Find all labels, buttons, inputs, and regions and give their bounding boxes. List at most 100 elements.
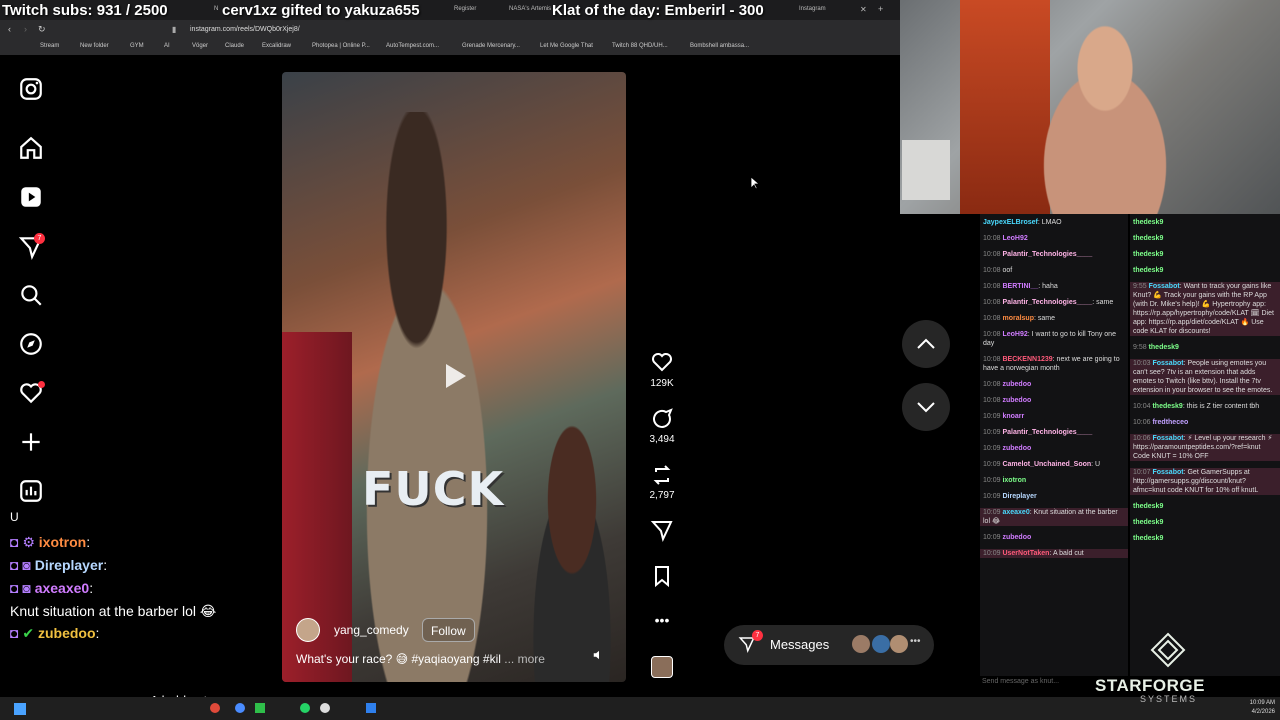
chat-username[interactable]: LeoH92 (1002, 331, 1027, 338)
chat-username[interactable]: Fossabot (1152, 469, 1183, 476)
bookmark-item[interactable]: Stream (40, 43, 59, 49)
reels-icon[interactable] (18, 184, 44, 210)
play-icon[interactable] (436, 358, 472, 394)
chat-timestamp: 10:09 (983, 413, 1003, 420)
chat-username[interactable]: LeoH92 (1002, 235, 1027, 242)
chat-username[interactable]: zubedoo (1002, 397, 1031, 404)
chat-message: 9:58 thedesk9 (1130, 343, 1280, 352)
chat-username[interactable]: moralsup (1002, 315, 1034, 322)
caption-more-link[interactable]: ... more (504, 652, 545, 666)
chat-username[interactable]: thedesk9 (1133, 251, 1163, 258)
chat-timestamp: 10:09 (983, 509, 1003, 516)
reload-icon[interactable]: ↻ (38, 24, 46, 35)
instagram-icon[interactable] (18, 76, 44, 102)
chat-username[interactable]: ixotron (1002, 477, 1026, 484)
bookmark-icon[interactable]: ▮ (172, 25, 176, 34)
app-icon[interactable] (235, 703, 245, 713)
browser-tab[interactable]: Register (450, 3, 480, 17)
repost-icon[interactable] (648, 463, 676, 492)
new-tab-icon[interactable]: + (878, 4, 883, 14)
windows-start-icon[interactable] (14, 703, 26, 715)
chat-username[interactable]: Palantir_Technologies____ (1002, 299, 1092, 306)
bookmark-item[interactable]: AI (164, 43, 170, 49)
comment-count: 3,494 (649, 434, 675, 445)
explore-icon[interactable] (18, 331, 44, 357)
chat-username[interactable]: Palantir_Technologies____ (1002, 429, 1092, 436)
chat-username[interactable]: thedesk9 (1133, 267, 1163, 274)
home-icon[interactable] (18, 135, 44, 161)
browser-tab-instagram[interactable]: Instagram (795, 3, 830, 17)
chat-username[interactable]: knoarr (1002, 413, 1024, 420)
create-icon[interactable] (18, 429, 44, 455)
bookmark-item[interactable]: Bombshell ambassa... (690, 43, 749, 49)
chat-username[interactable]: Palantir_Technologies____ (1002, 251, 1092, 258)
chat-username[interactable]: thedesk9 (1133, 503, 1163, 510)
more-icon[interactable]: ••• (910, 636, 921, 647)
bookmark-item[interactable]: AutoTempest.com... (386, 43, 439, 49)
bookmark-item[interactable]: GYM (130, 43, 144, 49)
url-field[interactable]: instagram.com/reels/DWQb0rXjej8/ (190, 24, 610, 36)
chat-username[interactable]: Fossabot (1152, 435, 1183, 442)
chat-username[interactable]: Fossabot (1152, 360, 1183, 367)
bookmark-item[interactable]: Grenade Mercenary... (462, 43, 520, 49)
reel-video[interactable]: FUCK yang_comedy Follow What's your race… (282, 72, 626, 682)
forward-icon[interactable]: › (24, 24, 27, 34)
chat-username[interactable]: thedesk9 (1133, 219, 1163, 226)
chat-username[interactable]: thedesk9 (1133, 235, 1163, 242)
app-icon[interactable] (366, 703, 376, 713)
back-icon[interactable]: ‹ (8, 24, 11, 34)
app-icon[interactable] (210, 703, 220, 713)
app-icon[interactable] (255, 703, 265, 713)
comment-icon[interactable] (648, 407, 676, 436)
chat-message: 10:08 Palantir_Technologies____: same (980, 298, 1128, 307)
chat-username[interactable]: thedesk9 (1149, 344, 1179, 351)
app-icon[interactable] (320, 703, 330, 713)
bookmark-item[interactable]: Photopea | Online P... (312, 43, 370, 49)
volume-icon[interactable] (592, 648, 606, 662)
chat-username[interactable]: thedesk9 (1133, 535, 1163, 542)
chat-input[interactable]: Send message as knut... (982, 678, 1059, 685)
app-icon[interactable] (300, 703, 310, 713)
chat-username[interactable]: thedesk9 (1133, 519, 1163, 526)
chat-message: 10:09 zubedoo (980, 533, 1128, 542)
next-reel-button[interactable] (902, 383, 950, 431)
audio-thumbnail[interactable] (651, 656, 673, 678)
previous-reel-button[interactable] (902, 320, 950, 368)
follow-button[interactable]: Follow (422, 618, 475, 642)
chat-username[interactable]: fredtheceo (1152, 419, 1188, 426)
chat-username[interactable]: thedesk9 (1152, 403, 1182, 410)
chat-message: 10:09 Camelot_Unchained_Soon: U (980, 460, 1128, 469)
chat-text: A bald cut (1052, 550, 1084, 557)
chat-username[interactable]: Direplayer (1002, 493, 1036, 500)
chat-username[interactable]: zubedoo (1002, 445, 1031, 452)
share-icon[interactable] (648, 518, 676, 547)
save-icon[interactable] (648, 564, 676, 593)
overlay-chat-line: U (10, 510, 19, 524)
browser-tab[interactable]: N (210, 3, 222, 17)
chat-timestamp: 9:55 (1133, 283, 1149, 290)
chat-username[interactable]: zubedoo (1002, 381, 1031, 388)
chat-username[interactable]: BECKENN1239 (1002, 356, 1052, 363)
chat-timestamp: 10:09 (983, 477, 1003, 484)
dashboard-icon[interactable] (18, 478, 44, 504)
author-avatar[interactable] (296, 618, 320, 642)
chat-username[interactable]: BERTINI__ (1002, 283, 1038, 290)
chat-username[interactable]: JaypexELBrosef (983, 219, 1038, 226)
chat-username[interactable]: zubedoo (1002, 534, 1031, 541)
chat-username[interactable]: Camelot_Unchained_Soon (1002, 461, 1091, 468)
author-name[interactable]: yang_comedy (334, 623, 409, 637)
close-tab-icon[interactable]: ✕ (860, 5, 867, 14)
bookmark-item[interactable]: Claude (225, 43, 244, 49)
chat-username[interactable]: axeaxe0 (1002, 509, 1029, 516)
bookmark-item[interactable]: Let Me Google That (540, 43, 593, 49)
overlay-chat-line: ◘ ◙ axeaxe0: (10, 580, 94, 596)
bookmark-item[interactable]: Excalidraw (262, 43, 291, 49)
bookmark-item[interactable]: Vöger (192, 43, 208, 49)
chat-username[interactable]: UserNotTaken (1002, 550, 1049, 557)
search-icon[interactable] (18, 282, 44, 308)
like-icon[interactable] (648, 350, 676, 379)
more-options-icon[interactable]: ••• (648, 612, 676, 628)
bookmark-item[interactable]: Twitch 88 QHD/UH... (612, 43, 668, 49)
bookmark-item[interactable]: New folder (80, 43, 109, 49)
chat-username[interactable]: Fossabot (1149, 283, 1180, 290)
